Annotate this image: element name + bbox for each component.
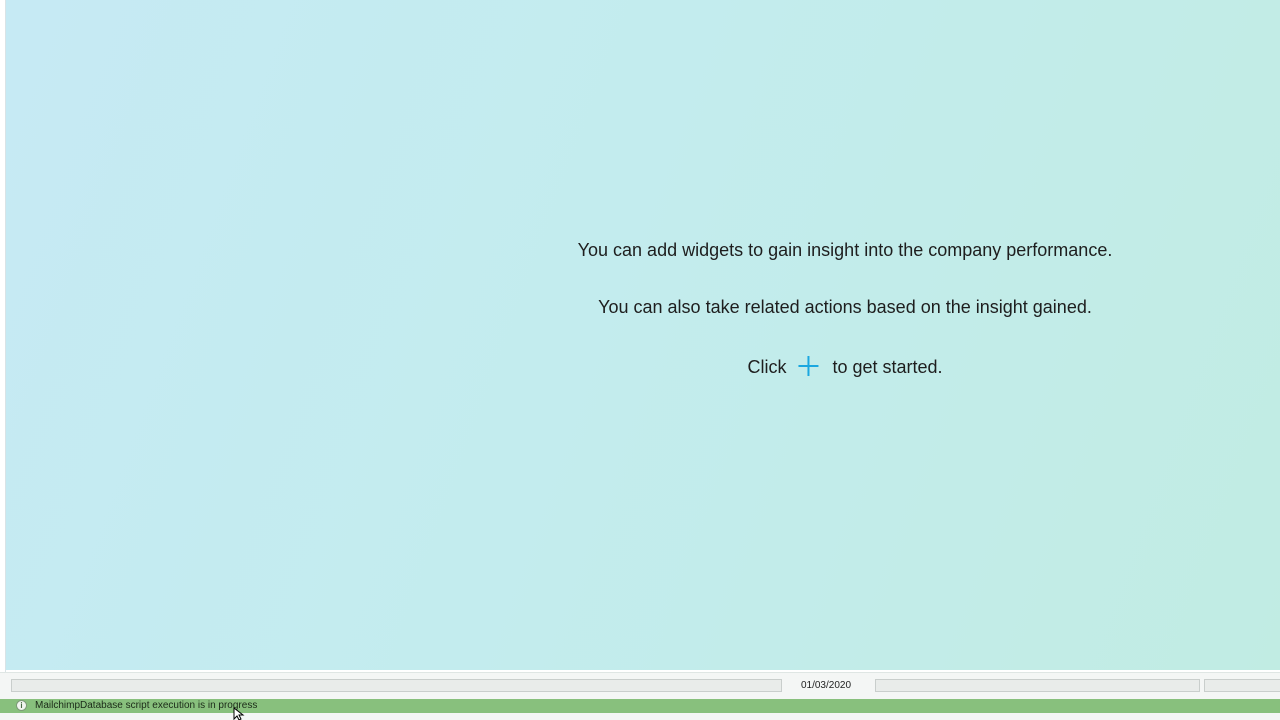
- status-message: MailchimpDatabase script execution is in…: [35, 700, 258, 711]
- script-progress-bar: i MailchimpDatabase script execution is …: [0, 699, 1280, 713]
- empty-state-line-1: You can add widgets to gain insight into…: [577, 240, 1113, 260]
- click-label: Click: [747, 357, 787, 377]
- dashboard-canvas: You can add widgets to gain insight into…: [6, 0, 1280, 670]
- add-widget-plus-icon[interactable]: [796, 354, 820, 378]
- empty-state-line-3: Click to get started.: [747, 354, 943, 378]
- status-date: 01/03/2020: [800, 680, 852, 691]
- status-field-left: [11, 679, 782, 692]
- get-started-label: to get started.: [832, 357, 943, 377]
- info-icon: i: [16, 700, 27, 711]
- empty-state-line-2: You can also take related actions based …: [598, 297, 1092, 317]
- bottom-strip: [0, 713, 1280, 720]
- status-area: 01/03/2020 i MailchimpDatabase script ex…: [0, 672, 1280, 720]
- app-window: You can add widgets to gain insight into…: [0, 0, 1280, 720]
- mouse-cursor-icon: [233, 707, 245, 720]
- status-field-middle: [875, 679, 1200, 692]
- status-field-right: [1204, 679, 1280, 692]
